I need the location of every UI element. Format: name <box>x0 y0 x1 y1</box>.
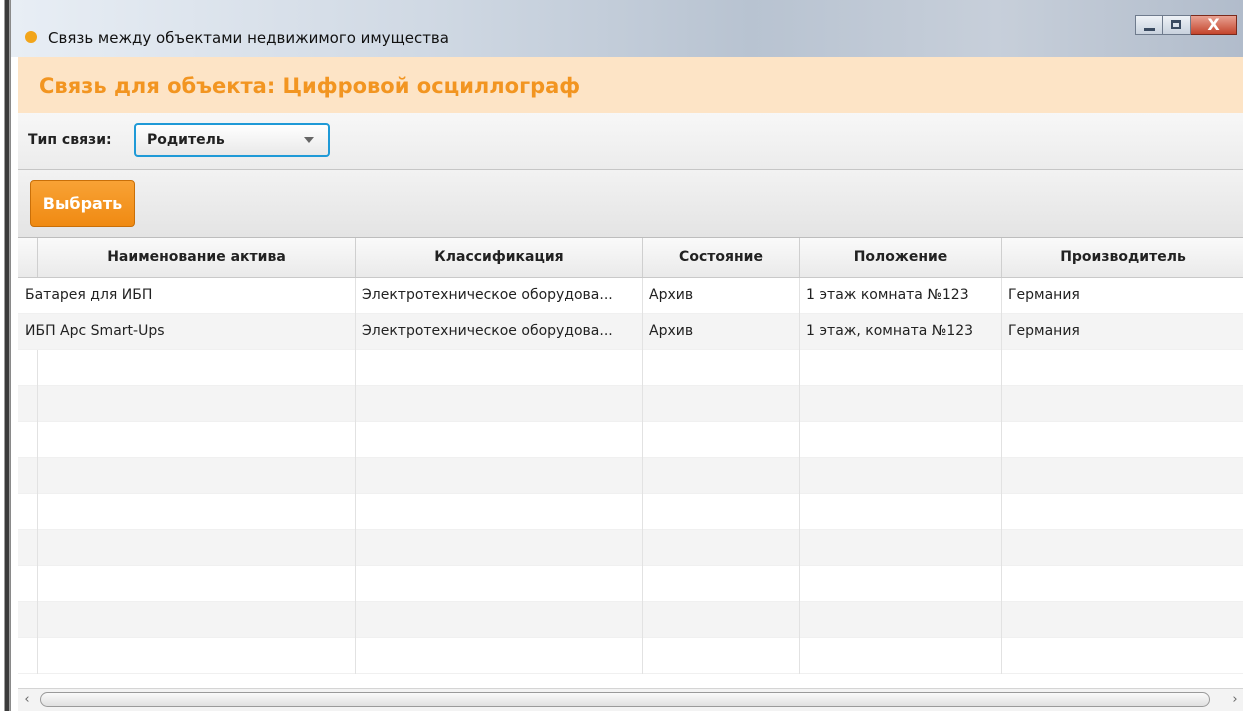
scroll-right-icon[interactable]: › <box>1228 692 1242 708</box>
filter-bar: Тип связи: Родитель <box>18 113 1243 170</box>
cell-empty <box>643 422 800 458</box>
cell-empty <box>38 530 356 566</box>
cell-empty <box>356 638 643 674</box>
table-row[interactable]: Батарея для ИБП Электротехническое обору… <box>18 278 1243 314</box>
cell-name: ИБП Apc Smart-Ups <box>18 314 356 350</box>
background-window-edge <box>0 0 10 711</box>
cell-empty <box>643 638 800 674</box>
chevron-down-icon <box>304 137 314 143</box>
cell-empty <box>643 458 800 494</box>
column-header-classification[interactable]: Классификация <box>356 238 643 277</box>
table-row-empty <box>18 638 1243 674</box>
table-body: Батарея для ИБП Электротехническое обору… <box>18 278 1243 688</box>
table-row-empty <box>18 422 1243 458</box>
title-bar[interactable]: Связь между объектами недвижимого имущес… <box>11 0 1243 57</box>
row-lead <box>18 386 38 422</box>
maximize-button[interactable] <box>1163 15 1191 35</box>
cell-state: Архив <box>643 314 800 350</box>
row-lead <box>18 350 38 386</box>
cell-state: Архив <box>643 278 800 314</box>
table-row-empty <box>18 602 1243 638</box>
cell-empty <box>800 386 1002 422</box>
cell-empty <box>643 530 800 566</box>
table-row-empty <box>18 530 1243 566</box>
table-row-empty <box>18 350 1243 386</box>
cell-empty <box>643 494 800 530</box>
cell-empty <box>800 638 1002 674</box>
cell-empty <box>356 530 643 566</box>
cell-empty <box>356 386 643 422</box>
minimize-button[interactable] <box>1135 15 1163 35</box>
cell-empty <box>38 458 356 494</box>
table-row-empty <box>18 566 1243 602</box>
dialog-window: Связь между объектами недвижимого имущес… <box>10 0 1243 711</box>
cell-empty <box>800 566 1002 602</box>
cell-empty <box>38 602 356 638</box>
row-lead <box>18 458 38 494</box>
row-header-corner <box>18 238 38 277</box>
column-header-location[interactable]: Положение <box>800 238 1002 277</box>
column-header-manufacturer[interactable]: Производитель <box>1002 238 1243 277</box>
cell-empty <box>38 566 356 602</box>
cell-classification: Электротехническое оборудова... <box>356 278 643 314</box>
table-row-empty <box>18 494 1243 530</box>
row-lead <box>18 494 38 530</box>
row-lead <box>18 422 38 458</box>
cell-location: 1 этаж, комната №123 <box>800 314 1002 350</box>
cell-empty <box>38 350 356 386</box>
row-lead <box>18 566 38 602</box>
cell-empty <box>356 494 643 530</box>
column-header-name[interactable]: Наименование актива <box>38 238 356 277</box>
cell-empty <box>800 494 1002 530</box>
link-type-value: Родитель <box>147 132 225 148</box>
horizontal-scrollbar[interactable]: ‹ › <box>18 688 1243 711</box>
cell-name: Батарея для ИБП <box>18 278 356 314</box>
cell-empty <box>800 458 1002 494</box>
table-header: Наименование актива Классификация Состоя… <box>18 238 1243 278</box>
cell-empty <box>800 602 1002 638</box>
assets-table: Наименование актива Классификация Состоя… <box>18 238 1243 688</box>
cell-empty <box>356 602 643 638</box>
cell-empty <box>643 386 800 422</box>
toolbar: Выбрать <box>18 170 1243 238</box>
cell-empty <box>38 386 356 422</box>
cell-empty <box>356 458 643 494</box>
app-dot-icon <box>25 31 37 43</box>
page-title: Связь для объекта: Цифровой осциллограф <box>39 74 581 98</box>
cell-empty <box>356 566 643 602</box>
cell-empty <box>38 422 356 458</box>
table-row[interactable]: ИБП Apc Smart-Ups Электротехническое обо… <box>18 314 1243 350</box>
select-button[interactable]: Выбрать <box>30 180 135 227</box>
row-lead <box>18 638 38 674</box>
cell-location: 1 этаж комната №123 <box>800 278 1002 314</box>
link-type-label: Тип связи: <box>28 132 112 148</box>
window-controls <box>1135 15 1237 37</box>
header-band: Связь для объекта: Цифровой осциллограф <box>18 57 1243 113</box>
cell-manufacturer: Германия <box>1008 287 1080 303</box>
row-lead <box>18 602 38 638</box>
cell-empty <box>38 494 356 530</box>
window-title: Связь между объектами недвижимого имущес… <box>48 29 449 47</box>
scroll-left-icon[interactable]: ‹ <box>20 692 34 708</box>
cell-empty <box>643 602 800 638</box>
close-button[interactable] <box>1191 15 1237 35</box>
cell-empty <box>643 350 800 386</box>
row-lead <box>18 530 38 566</box>
cell-manufacturer: Германия <box>1008 323 1080 339</box>
cell-classification: Электротехническое оборудова... <box>356 314 643 350</box>
table-row-empty <box>18 386 1243 422</box>
cell-empty <box>800 350 1002 386</box>
table-row-empty <box>18 458 1243 494</box>
cell-empty <box>800 422 1002 458</box>
cell-empty <box>356 350 643 386</box>
column-header-state[interactable]: Состояние <box>643 238 800 277</box>
cell-empty <box>643 566 800 602</box>
scrollbar-thumb[interactable] <box>40 692 1210 707</box>
cell-empty <box>356 422 643 458</box>
cell-empty <box>800 530 1002 566</box>
cell-empty <box>38 638 356 674</box>
link-type-select[interactable]: Родитель <box>134 123 330 157</box>
